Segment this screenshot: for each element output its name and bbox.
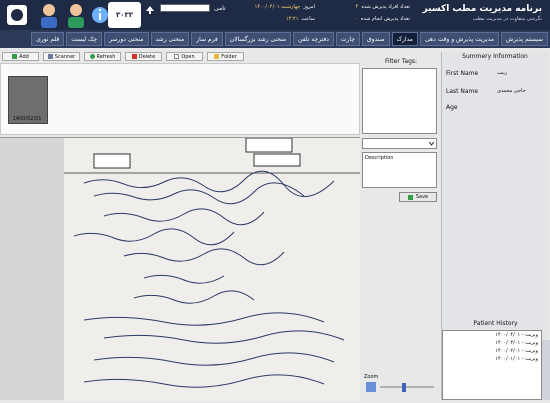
scanner-icon	[47, 54, 53, 59]
patient-history-list[interactable]: ویزیت - ۱۴۰۰/۰۴/۰۱ ویزیت - ۱۴۰۰/۰۳/۰۱ وی…	[442, 330, 542, 400]
scanner-label: Scanner	[54, 53, 76, 60]
thumbnail-strip	[0, 63, 360, 135]
stat-time-label: ساعت	[301, 16, 315, 22]
tag-select[interactable]	[362, 138, 437, 149]
delete-label: Delete	[138, 53, 156, 60]
folder-label: Folder	[221, 53, 237, 60]
tab-appointments[interactable]: مدیریت پذیرش و وقت دهی	[419, 32, 499, 46]
scanner-button[interactable]: Scanner	[43, 52, 80, 61]
tab-chart[interactable]: چارت	[335, 32, 360, 46]
last-name-value: حاجی محمدی	[497, 88, 526, 94]
user-input[interactable]	[160, 4, 210, 12]
history-item[interactable]: ویزیت - ۱۴۰۰/۰۴/۰۱	[443, 331, 541, 339]
refresh-button[interactable]: Refresh	[84, 52, 121, 61]
tab-form-builder[interactable]: فرم ساز	[191, 32, 223, 46]
history-item[interactable]: ویزیت - ۱۴۰۰/۰۱/۰۱	[443, 355, 541, 363]
document-toolbar: Add Scanner Refresh Delete Open Folder	[2, 52, 250, 62]
logo	[0, 0, 33, 30]
main-nav: سیستم پذیرش مدیریت پذیرش و وقت دهی مدارک…	[0, 30, 550, 48]
tab-growth-curve[interactable]: منحنی رشد	[150, 32, 190, 46]
filter-tags-label: Filter Tags:	[384, 58, 418, 65]
handwritten-page	[64, 137, 360, 401]
open-icon	[174, 54, 180, 59]
header-bar: ۳۰۳۳ پشتیبانی نامی تعداد افراد پذیرش شده…	[0, 0, 550, 45]
save-button[interactable]: Save	[399, 192, 437, 202]
document-viewer[interactable]	[0, 137, 360, 401]
open-label: Open	[181, 53, 195, 60]
info-icon[interactable]	[90, 2, 110, 28]
tab-adult-growth[interactable]: منحنی رشد بزرگسالان	[224, 32, 292, 46]
arrow-up-icon[interactable]	[146, 6, 154, 14]
zoom-control: Zoom	[364, 374, 436, 398]
summary-title: Summery Information	[462, 53, 528, 60]
stat-done-value: ۰	[355, 16, 358, 22]
stat-admitted-label: تعداد افراد پذیرش شده	[361, 4, 410, 10]
app-subtitle: نگرشی متفاوت در مدیریت مطب	[472, 16, 542, 22]
stats-panel: تعداد افراد پذیرش شده ۴ امروز چهارشنبه ۱۴۰…	[220, 4, 410, 28]
chevron-down-icon	[429, 141, 434, 146]
home-icon[interactable]	[5, 3, 29, 27]
patient-history-title: Patient History	[473, 320, 518, 327]
tab-phonebook[interactable]: دفترچه تلفن	[293, 32, 334, 46]
tag-panel: Filter Tags: Description Save Zoom	[362, 58, 440, 400]
save-label: Save	[415, 194, 429, 200]
first-name-label: First Name	[446, 70, 479, 77]
zoom-icon	[366, 382, 376, 392]
filter-tags-box[interactable]	[362, 68, 437, 134]
scrollbar[interactable]	[542, 340, 550, 400]
tab-reception[interactable]: سیستم پذیرش	[500, 32, 548, 46]
history-item[interactable]: ویزیت - ۱۴۰۰/۰۳/۰۱	[443, 339, 541, 347]
staff-avatar[interactable]	[63, 1, 88, 29]
delete-icon	[131, 54, 137, 59]
plus-icon	[12, 54, 18, 59]
check-icon	[407, 194, 413, 200]
description-field[interactable]: Description	[362, 152, 437, 188]
stat-time-value: ۱۳:۴۱	[285, 16, 299, 22]
add-label: Add	[19, 53, 29, 60]
stat-today-value: چهارشنبه ۱۴۰۰/۰۴/۰۱	[254, 4, 301, 10]
app-title: برنامه مدیریت مطب اکسیر نگرشی متفاوت در …	[423, 4, 542, 22]
summary-panel: Summery Information First Name زینب Last…	[441, 52, 548, 400]
stat-today-label: امروز	[303, 4, 315, 10]
refresh-icon	[89, 54, 95, 59]
support-counter: ۳۰۳۳ پشتیبانی	[108, 2, 141, 45]
description-label: Description	[365, 155, 394, 161]
thumbnail-caption: 1400/02/01	[12, 116, 42, 122]
user-field: نامی	[160, 4, 226, 12]
add-button[interactable]: Add	[2, 52, 39, 61]
stat-done: تعداد پذیرش انجام شده ۰	[355, 16, 410, 22]
tab-light-pen[interactable]: قلم نوری	[31, 32, 65, 46]
history-item[interactable]: ویزیت - ۱۴۰۰/۰۲/۰۱	[443, 347, 541, 355]
tab-head-circumference[interactable]: منحنی دورسر	[104, 32, 149, 46]
open-button[interactable]: Open	[166, 52, 203, 61]
zoom-slider[interactable]	[364, 380, 436, 394]
folder-icon	[214, 54, 220, 59]
stat-time: ساعت ۱۳:۴۱	[286, 16, 315, 22]
folder-button[interactable]: Folder	[207, 52, 244, 61]
stat-done-label: تعداد پذیرش انجام شده	[360, 16, 410, 22]
refresh-label: Refresh	[96, 53, 116, 60]
doctor-avatar[interactable]	[36, 1, 61, 29]
stat-today: امروز چهارشنبه ۱۴۰۰/۰۴/۰۱	[255, 4, 315, 10]
tab-documents[interactable]: مدارک	[391, 32, 418, 46]
last-name-label: Last Name	[446, 88, 479, 95]
scanned-document	[64, 137, 360, 401]
tab-checklist[interactable]: چک لیست	[66, 32, 103, 46]
stat-admitted-value: ۴	[355, 4, 359, 10]
app-title-text: برنامه مدیریت مطب اکسیر	[422, 4, 542, 14]
age-label: Age	[446, 104, 458, 111]
first-name-value: زینب	[497, 70, 508, 76]
stat-admitted: تعداد افراد پذیرش شده ۴	[356, 4, 410, 10]
delete-button[interactable]: Delete	[125, 52, 162, 61]
tab-cashbox[interactable]: صندوق	[361, 32, 390, 46]
